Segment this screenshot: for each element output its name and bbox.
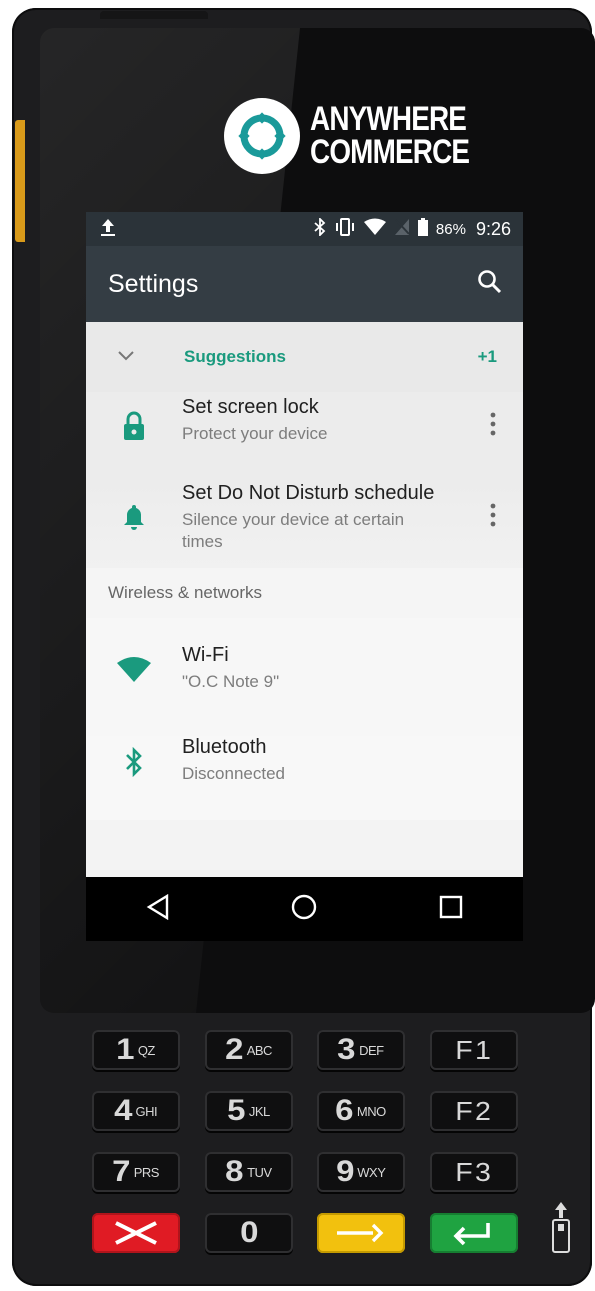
upload-icon [100, 217, 116, 242]
logo-mark-icon [224, 98, 300, 174]
key-2[interactable]: 2 ABC [205, 1030, 293, 1070]
bluetooth-status-icon [314, 216, 326, 241]
page-title: Settings [108, 269, 199, 298]
suggestion-screen-lock[interactable]: Set screen lock Protect your device [86, 392, 523, 480]
key-3[interactable]: 3 DEF [317, 1030, 405, 1070]
key-f1[interactable]: F1 [430, 1030, 518, 1070]
key-f3[interactable]: F3 [430, 1152, 518, 1192]
suggestion-subtitle: Silence your device at certain times [182, 510, 405, 551]
side-button[interactable] [15, 120, 25, 242]
bluetooth-icon [86, 736, 182, 788]
navigation-bar [86, 877, 523, 941]
settings-item-bluetooth[interactable]: Bluetooth Disconnected [86, 736, 523, 820]
brand-logo: ANYWHERE COMMERCE [224, 98, 504, 174]
bluetooth-status: Disconnected [182, 764, 286, 783]
suggestions-header[interactable]: Suggestions +1 [86, 322, 523, 392]
cancel-x-icon [115, 1221, 157, 1245]
brand-name: ANYWHERE COMMERCE [310, 100, 470, 171]
suggestion-title: Set screen lock [182, 396, 319, 418]
recents-square-icon [439, 895, 463, 918]
suggestion-dnd-schedule[interactable]: Set Do Not Disturb schedule Silence your… [86, 480, 523, 568]
battery-percent: 86% [435, 220, 466, 238]
suggestion-title: Set Do Not Disturb schedule [182, 482, 435, 504]
back-button[interactable] [146, 893, 170, 925]
wifi-icon [86, 644, 182, 696]
brand-line2: COMMERCE [310, 133, 470, 171]
lock-icon [86, 396, 182, 456]
key-6[interactable]: 6 MNO [317, 1091, 405, 1131]
key-4[interactable]: 4 GHI [92, 1091, 180, 1131]
more-vert-icon [490, 503, 496, 532]
more-options-button[interactable] [463, 482, 523, 552]
search-icon [477, 269, 503, 299]
key-8[interactable]: 8 TUV [205, 1152, 293, 1192]
clear-key[interactable] [317, 1213, 405, 1253]
suggestions-label: Suggestions [184, 347, 287, 366]
wifi-status-icon [363, 218, 386, 241]
key-0[interactable]: 0 [205, 1213, 293, 1253]
chevron-down-icon [86, 348, 154, 366]
key-f2[interactable]: F2 [430, 1091, 518, 1131]
android-screen: 86% 9:26 Settings Suggestions +1 Set scr… [86, 212, 523, 941]
battery-icon [417, 217, 428, 241]
suggestion-subtitle: Protect your device [182, 424, 328, 443]
back-triangle-icon [146, 893, 169, 920]
backspace-icon [337, 1223, 384, 1243]
section-header-wireless: Wireless & networks [86, 568, 523, 618]
bell-icon [86, 482, 182, 552]
key-5[interactable]: 5 JKL [205, 1091, 293, 1131]
cancel-key[interactable] [92, 1213, 180, 1253]
search-button[interactable] [477, 269, 503, 300]
home-circle-icon [292, 894, 317, 919]
brand-line1: ANYWHERE [310, 100, 467, 138]
bluetooth-title: Bluetooth [182, 736, 267, 758]
wifi-title: Wi-Fi [182, 644, 229, 666]
wifi-network-name: "O.C Note 9" [182, 672, 280, 691]
vibrate-icon [334, 217, 356, 241]
device-top-edge [100, 11, 208, 19]
key-7[interactable]: 7 PRS [92, 1152, 180, 1192]
recents-button[interactable] [439, 895, 463, 924]
clock: 9:26 [475, 218, 511, 239]
status-bar: 86% 9:26 [86, 212, 523, 246]
enter-key[interactable] [430, 1213, 518, 1253]
more-vert-icon [490, 412, 496, 441]
suggestions-count: +1 [477, 347, 497, 366]
enter-icon [453, 1223, 490, 1246]
more-options-button[interactable] [463, 396, 523, 456]
settings-item-wifi[interactable]: Wi-Fi "O.C Note 9" [86, 618, 523, 736]
key-9[interactable]: 9 WXY [317, 1152, 405, 1192]
card-slot-icon [551, 1200, 571, 1254]
key-1[interactable]: 1 QZ [92, 1030, 180, 1070]
home-button[interactable] [290, 893, 318, 926]
app-bar: Settings [86, 246, 523, 322]
no-signal-icon [394, 218, 410, 241]
